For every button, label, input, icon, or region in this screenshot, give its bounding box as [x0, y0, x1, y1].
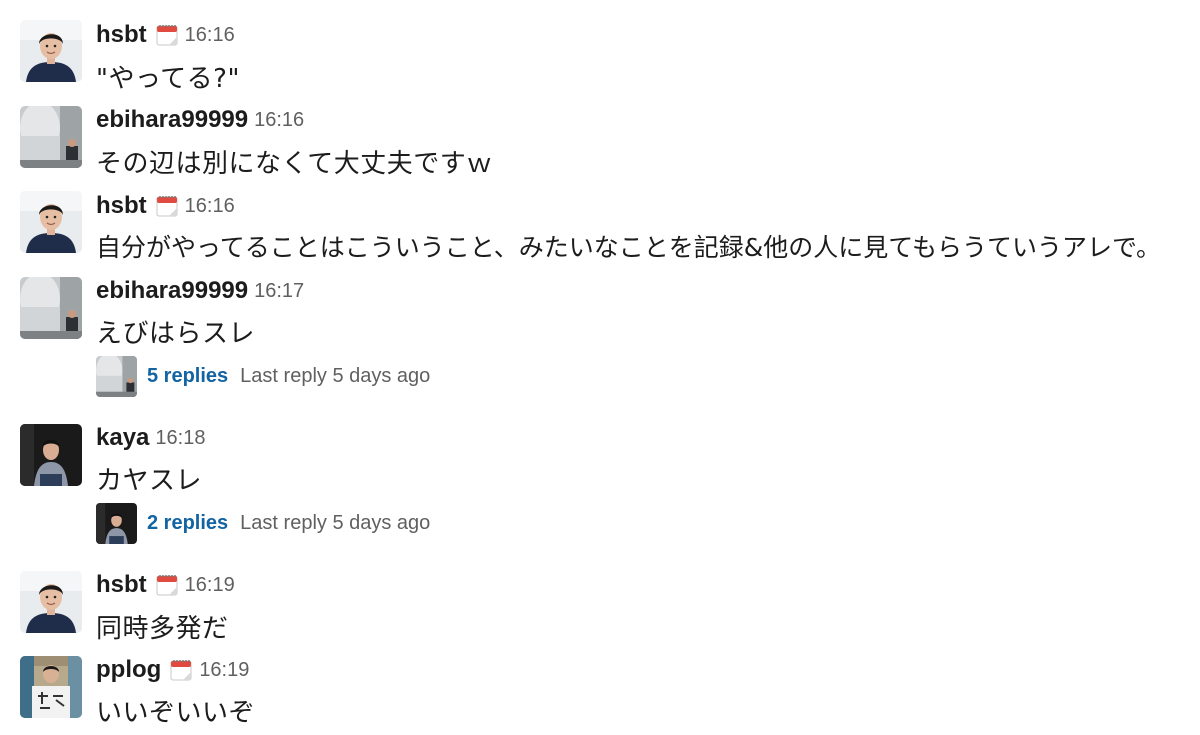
user-avatar[interactable]	[20, 20, 82, 82]
thread-participant-avatar	[96, 503, 137, 544]
timestamp[interactable]: 16:17	[254, 280, 304, 302]
message-text: 同時多発だ	[96, 614, 229, 644]
user-avatar[interactable]	[20, 191, 82, 253]
thread-summary[interactable]: 5 replies Last reply 5 days ago	[96, 356, 430, 398]
message-header: ebihara99999 16:17	[96, 277, 304, 307]
thread-replies-link[interactable]: 2 replies	[147, 512, 228, 534]
thread-last-reply: Last reply 5 days ago	[240, 365, 431, 387]
calendar-icon	[155, 23, 179, 47]
message-header: hsbt 16:16	[96, 21, 235, 51]
author-name[interactable]: ebihara99999	[96, 277, 248, 304]
timestamp[interactable]: 16:18	[155, 427, 205, 449]
author-name[interactable]: hsbt	[96, 571, 147, 598]
user-avatar[interactable]	[20, 106, 82, 168]
thread-summary[interactable]: 2 replies Last reply 5 days ago	[96, 503, 430, 545]
user-avatar[interactable]	[20, 656, 82, 718]
thread-last-reply: Last reply 5 days ago	[240, 512, 431, 534]
calendar-icon	[155, 194, 179, 218]
calendar-icon	[169, 658, 193, 682]
timestamp[interactable]: 16:16	[185, 195, 235, 217]
calendar-icon	[155, 573, 179, 597]
user-avatar[interactable]	[20, 424, 82, 486]
message-text: いいぞいいぞ	[96, 698, 256, 728]
author-name[interactable]: kaya	[96, 424, 149, 451]
message-header: hsbt 16:19	[96, 571, 235, 601]
message-text: 自分がやってることはこういうこと、みたいなことを記録&他の人に見てもらうていうア…	[96, 233, 1161, 262]
message-text: カヤスレ	[96, 466, 203, 496]
timestamp[interactable]: 16:16	[254, 109, 304, 131]
author-name[interactable]: ebihara99999	[96, 106, 248, 133]
message-text: その辺は別になくて大丈夫ですｗ	[96, 149, 493, 179]
author-name[interactable]: hsbt	[96, 21, 147, 48]
user-avatar[interactable]	[20, 277, 82, 339]
thread-replies-link[interactable]: 5 replies	[147, 365, 228, 387]
message-header: pplog 16:19	[96, 656, 249, 686]
thread-participant-avatar	[96, 356, 137, 397]
message-text: えびはらスレ	[96, 319, 256, 349]
message-header: ebihara99999 16:16	[96, 106, 304, 136]
message-header: kaya 16:18	[96, 424, 205, 454]
timestamp[interactable]: 16:16	[185, 24, 235, 46]
author-name[interactable]: pplog	[96, 656, 161, 683]
author-name[interactable]: hsbt	[96, 192, 147, 219]
timestamp[interactable]: 16:19	[199, 659, 249, 681]
timestamp[interactable]: 16:19	[185, 574, 235, 596]
message-text: "やってる?"	[96, 64, 240, 94]
user-avatar[interactable]	[20, 571, 82, 633]
message-header: hsbt 16:16	[96, 192, 235, 222]
